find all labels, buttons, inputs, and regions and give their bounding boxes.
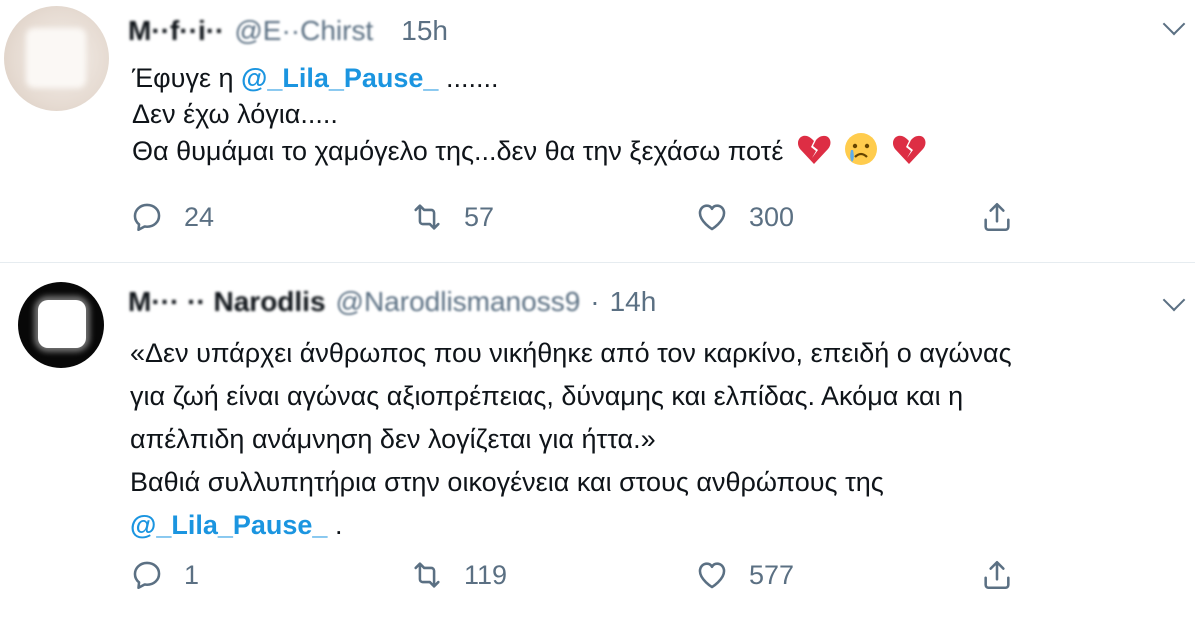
tweet-1[interactable]: M··f··i·· @E··Chirst 15h Έφυγε η @_Lila_… [0, 0, 1195, 263]
retweet-icon [414, 204, 440, 230]
display-name[interactable]: M··· ·· Narodlis [128, 285, 326, 319]
tweet-header: M··f··i·· @E··Chirst 15h [128, 14, 448, 48]
like-button[interactable]: 577 [695, 558, 794, 592]
reply-button[interactable]: 1 [130, 558, 199, 592]
reply-count: 1 [184, 559, 200, 590]
retweet-icon [414, 562, 440, 588]
like-button[interactable]: 300 [695, 200, 794, 234]
separator-dot: · [590, 286, 600, 317]
display-name[interactable]: M··f··i·· [128, 14, 224, 48]
divider [0, 262, 1195, 263]
chevron-down-icon[interactable] [1162, 12, 1186, 36]
broken-heart-icon [797, 134, 831, 175]
share-button[interactable] [980, 200, 1034, 234]
reply-button[interactable]: 24 [130, 200, 214, 234]
reply-count: 24 [184, 201, 215, 232]
broken-heart-icon [892, 134, 926, 175]
user-handle[interactable]: @E··Chirst [234, 14, 373, 48]
timestamp[interactable]: 15h [401, 14, 448, 48]
heart-icon [698, 204, 726, 231]
retweet-button[interactable]: 57 [410, 200, 494, 234]
like-count: 577 [749, 559, 795, 590]
retweet-button[interactable]: 119 [410, 558, 507, 592]
avatar[interactable] [18, 282, 104, 368]
tweet-header: M··· ·· Narodlis @Narodlismanoss9 · 14h [128, 285, 656, 319]
retweet-count: 57 [464, 201, 495, 232]
like-count: 300 [749, 201, 795, 232]
share-icon [984, 202, 1010, 232]
retweet-count: 119 [464, 559, 508, 590]
reply-icon [133, 203, 161, 232]
share-button[interactable] [980, 558, 1034, 592]
heart-icon [698, 562, 726, 589]
mention-link[interactable]: @_Lila_Pause_ [241, 63, 438, 93]
share-icon [984, 560, 1010, 590]
timestamp[interactable]: 14h [610, 285, 657, 319]
tweet-text: Έφυγε η @_Lila_Pause_ ....... Δεν έχω λό… [132, 60, 926, 175]
crying-face-icon [844, 132, 878, 175]
tweet-text: «Δεν υπάρχει άνθρωπος που νικήθηκε από τ… [130, 338, 1012, 540]
user-handle[interactable]: @Narodlismanoss9 [336, 285, 581, 319]
reply-icon [133, 561, 161, 590]
avatar[interactable] [4, 6, 109, 111]
mention-link[interactable]: @_Lila_Pause_ [130, 510, 327, 540]
